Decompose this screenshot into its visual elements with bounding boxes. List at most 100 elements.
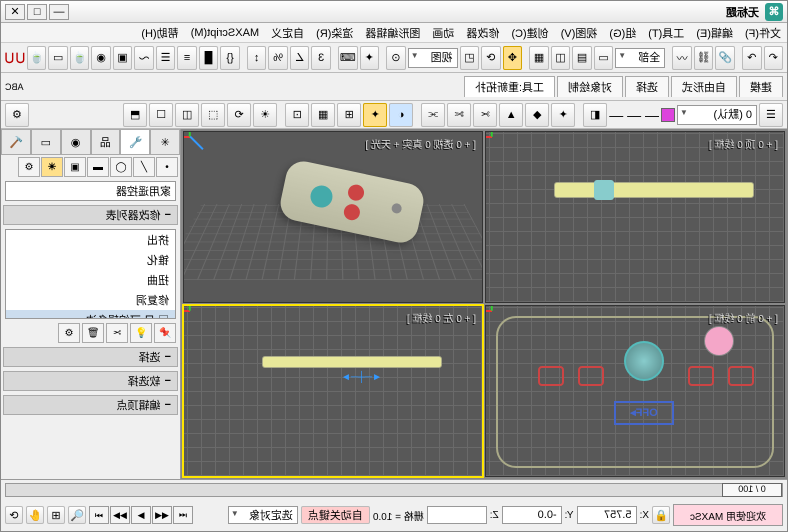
select-move-button[interactable]: ✥ — [503, 46, 522, 70]
object-name-field[interactable]: 家用遥控器 — [5, 181, 176, 201]
ribbon-tool-r[interactable]: ◫ — [175, 103, 199, 127]
layer-dropdown[interactable]: 0 (默认) — [677, 105, 757, 125]
ribbon-tool-q[interactable]: ⬚ — [201, 103, 225, 127]
selection-filter-dropdown[interactable]: 全部 — [615, 48, 665, 68]
viewport-top[interactable]: [ + 0 顶 0 线框 ] — [485, 131, 785, 303]
next-frame-button[interactable]: ▶▶ — [110, 506, 130, 524]
select-name-button[interactable]: ▤ — [572, 46, 591, 70]
time-slider-thumb[interactable]: 0 / 100 — [722, 483, 782, 497]
ribbon-tool-cut[interactable]: ✄ — [447, 103, 471, 127]
ref-coord-dropdown[interactable]: 视图 — [408, 48, 458, 68]
goto-start-button[interactable]: ⏮ — [173, 506, 193, 524]
layer-color-swatch[interactable] — [661, 108, 675, 122]
select-scale-button[interactable]: ◰ — [460, 46, 479, 70]
nav-zoom-all-button[interactable]: ⊞ — [47, 506, 65, 524]
cmdtab-display[interactable]: ▭ — [31, 129, 61, 154]
layer-manager-button[interactable]: ☰ — [759, 103, 783, 127]
tab-modeling[interactable]: 建模 — [739, 76, 783, 97]
window-crossing-button[interactable]: ▦ — [529, 46, 548, 70]
menu-help[interactable]: 帮助(H) — [141, 25, 178, 41]
play-button[interactable]: ▶ — [131, 506, 151, 524]
rollout-modifier-list[interactable]: 修改器列表 — [3, 205, 178, 225]
ribbon-tool-connect[interactable]: ⫘ — [421, 103, 445, 127]
unlink-button[interactable]: ⛓ — [694, 46, 713, 70]
menu-grapheditors[interactable]: 图形编辑器 — [365, 25, 420, 41]
material-editor-button[interactable]: ◉ — [91, 46, 110, 70]
modifier-stack[interactable]: 挤出 锥化 扭曲 修复洞 ▣ 日 可编辑多边… — [5, 229, 176, 319]
rollout-edit-vert[interactable]: 编辑顶点 — [3, 395, 178, 415]
named-selsets-button[interactable]: {} — [220, 46, 239, 70]
nav-pan-button[interactable]: ✋ — [26, 506, 44, 524]
ribbon-tool-x[interactable]: ⊞ — [337, 103, 361, 127]
mod-twist[interactable]: 扭曲 — [6, 270, 175, 290]
menu-animation[interactable]: 动画 — [432, 25, 454, 41]
viewport-persp[interactable]: [ + 0 透视 0 真实 + 天光 ] — [183, 131, 483, 303]
cmdtab-modify[interactable]: 🔧 — [120, 129, 150, 154]
autokey-button[interactable]: 自动关键点 — [301, 506, 370, 524]
align-button[interactable]: ≡ — [177, 46, 196, 70]
ribbon-tool-active2[interactable]: ✦ — [363, 103, 387, 127]
cmdtab-motion[interactable]: ◉ — [61, 129, 91, 154]
viewport-front[interactable]: [ + 0 前 0 线框 ] OFF▸ — [485, 305, 785, 477]
ribbon-tool-s[interactable]: ☐ — [149, 103, 173, 127]
ribbon-tool-active1[interactable]: ◐ — [389, 103, 413, 127]
subobj-edge[interactable]: ╱ — [133, 157, 155, 177]
spinner-snap-button[interactable]: ↕ — [247, 46, 266, 70]
rollout-selection[interactable]: 选择 — [3, 347, 178, 367]
redo-button[interactable]: ↷ — [742, 46, 761, 70]
tab-selection[interactable]: 选择 — [625, 76, 669, 97]
ribbon-tool-b[interactable]: ◆ — [525, 103, 549, 127]
cmdtab-create[interactable]: ✳ — [150, 129, 180, 154]
mirror-button[interactable]: ▐▌ — [199, 46, 218, 70]
ribbon-tool-z[interactable]: ⊡ — [285, 103, 309, 127]
minimize-button[interactable]: — — [49, 4, 69, 20]
subobj-element[interactable]: ▣ — [64, 157, 86, 177]
time-slider[interactable]: 0 / 100 — [5, 483, 783, 497]
mod-extrude[interactable]: 挤出 — [6, 230, 175, 250]
menu-render[interactable]: 渲染(R) — [316, 25, 353, 41]
angle-snap-button[interactable]: ∠ — [290, 46, 309, 70]
ribbon-tool-a[interactable]: ✦ — [551, 103, 575, 127]
menu-modifiers[interactable]: 修改器 — [466, 25, 499, 41]
cmdtab-hierarchy[interactable]: 品 — [91, 129, 121, 154]
render-frame-button[interactable]: ▭ — [48, 46, 67, 70]
modbtn-pin[interactable]: 📌 — [154, 323, 176, 343]
modbtn-unique[interactable]: ✂ — [106, 323, 128, 343]
subobj-border[interactable]: ◯ — [110, 157, 132, 177]
z-coord-field[interactable] — [427, 506, 487, 524]
lock-selection-button[interactable]: 🔒 — [652, 506, 670, 524]
tab-objpaint[interactable]: 对象绘制 — [557, 76, 623, 97]
subobj-vertex[interactable]: • — [156, 157, 178, 177]
pivot-button[interactable]: ⊙ — [386, 46, 405, 70]
y-coord-field[interactable]: -0.0 — [502, 506, 562, 524]
close-button[interactable]: ✕ — [5, 4, 25, 20]
ribbon-tool-c[interactable]: ▲ — [499, 103, 523, 127]
cmdtab-utilities[interactable]: 🔨 — [1, 129, 31, 154]
ribbon-tool-rotate[interactable]: ⟲ — [227, 103, 251, 127]
ribbon-settings-button[interactable]: ⚙ — [5, 103, 29, 127]
select-rotate-button[interactable]: ⟳ — [481, 46, 500, 70]
render-setup-button[interactable]: 🍵 — [70, 46, 89, 70]
tab-retopo[interactable]: 工具:重新拓扑 — [464, 76, 555, 97]
nav-orbit-button[interactable]: ⟳ — [5, 506, 23, 524]
prev-frame-button[interactable]: ◀◀ — [152, 506, 172, 524]
keyboard-shortcut-button[interactable]: ⌨ — [338, 46, 357, 70]
menu-customize[interactable]: 自定义 — [271, 25, 304, 41]
layers-button[interactable]: ☰ — [156, 46, 175, 70]
viewport-left[interactable]: [ + 0 左 0 线框 ] ◄─┼─► — [183, 305, 483, 477]
select-region-button[interactable]: ◫ — [551, 46, 570, 70]
curve-editor-button[interactable]: 〜 — [134, 46, 153, 70]
mod-taper[interactable]: 锥化 — [6, 250, 175, 270]
menu-edit[interactable]: 编辑(E) — [696, 25, 733, 41]
menu-tools[interactable]: 工具(T) — [648, 25, 684, 41]
goto-end-button[interactable]: ⏭ — [89, 506, 109, 524]
x-coord-field[interactable]: 5.757 — [577, 506, 637, 524]
ribbon-tool-quickslice[interactable]: ✂ — [473, 103, 497, 127]
ribbon-tool-t[interactable]: ⬒ — [123, 103, 147, 127]
mod-caphole[interactable]: 修复洞 — [6, 290, 175, 310]
render-button[interactable]: 🍵 — [27, 46, 46, 70]
move-gizmo-icon[interactable]: ◄─┼─► — [341, 372, 382, 383]
modbtn-show[interactable]: 💡 — [130, 323, 152, 343]
menu-view[interactable]: 视图(V) — [561, 25, 598, 41]
bind-spacewarp-button[interactable]: 〰 — [672, 46, 691, 70]
